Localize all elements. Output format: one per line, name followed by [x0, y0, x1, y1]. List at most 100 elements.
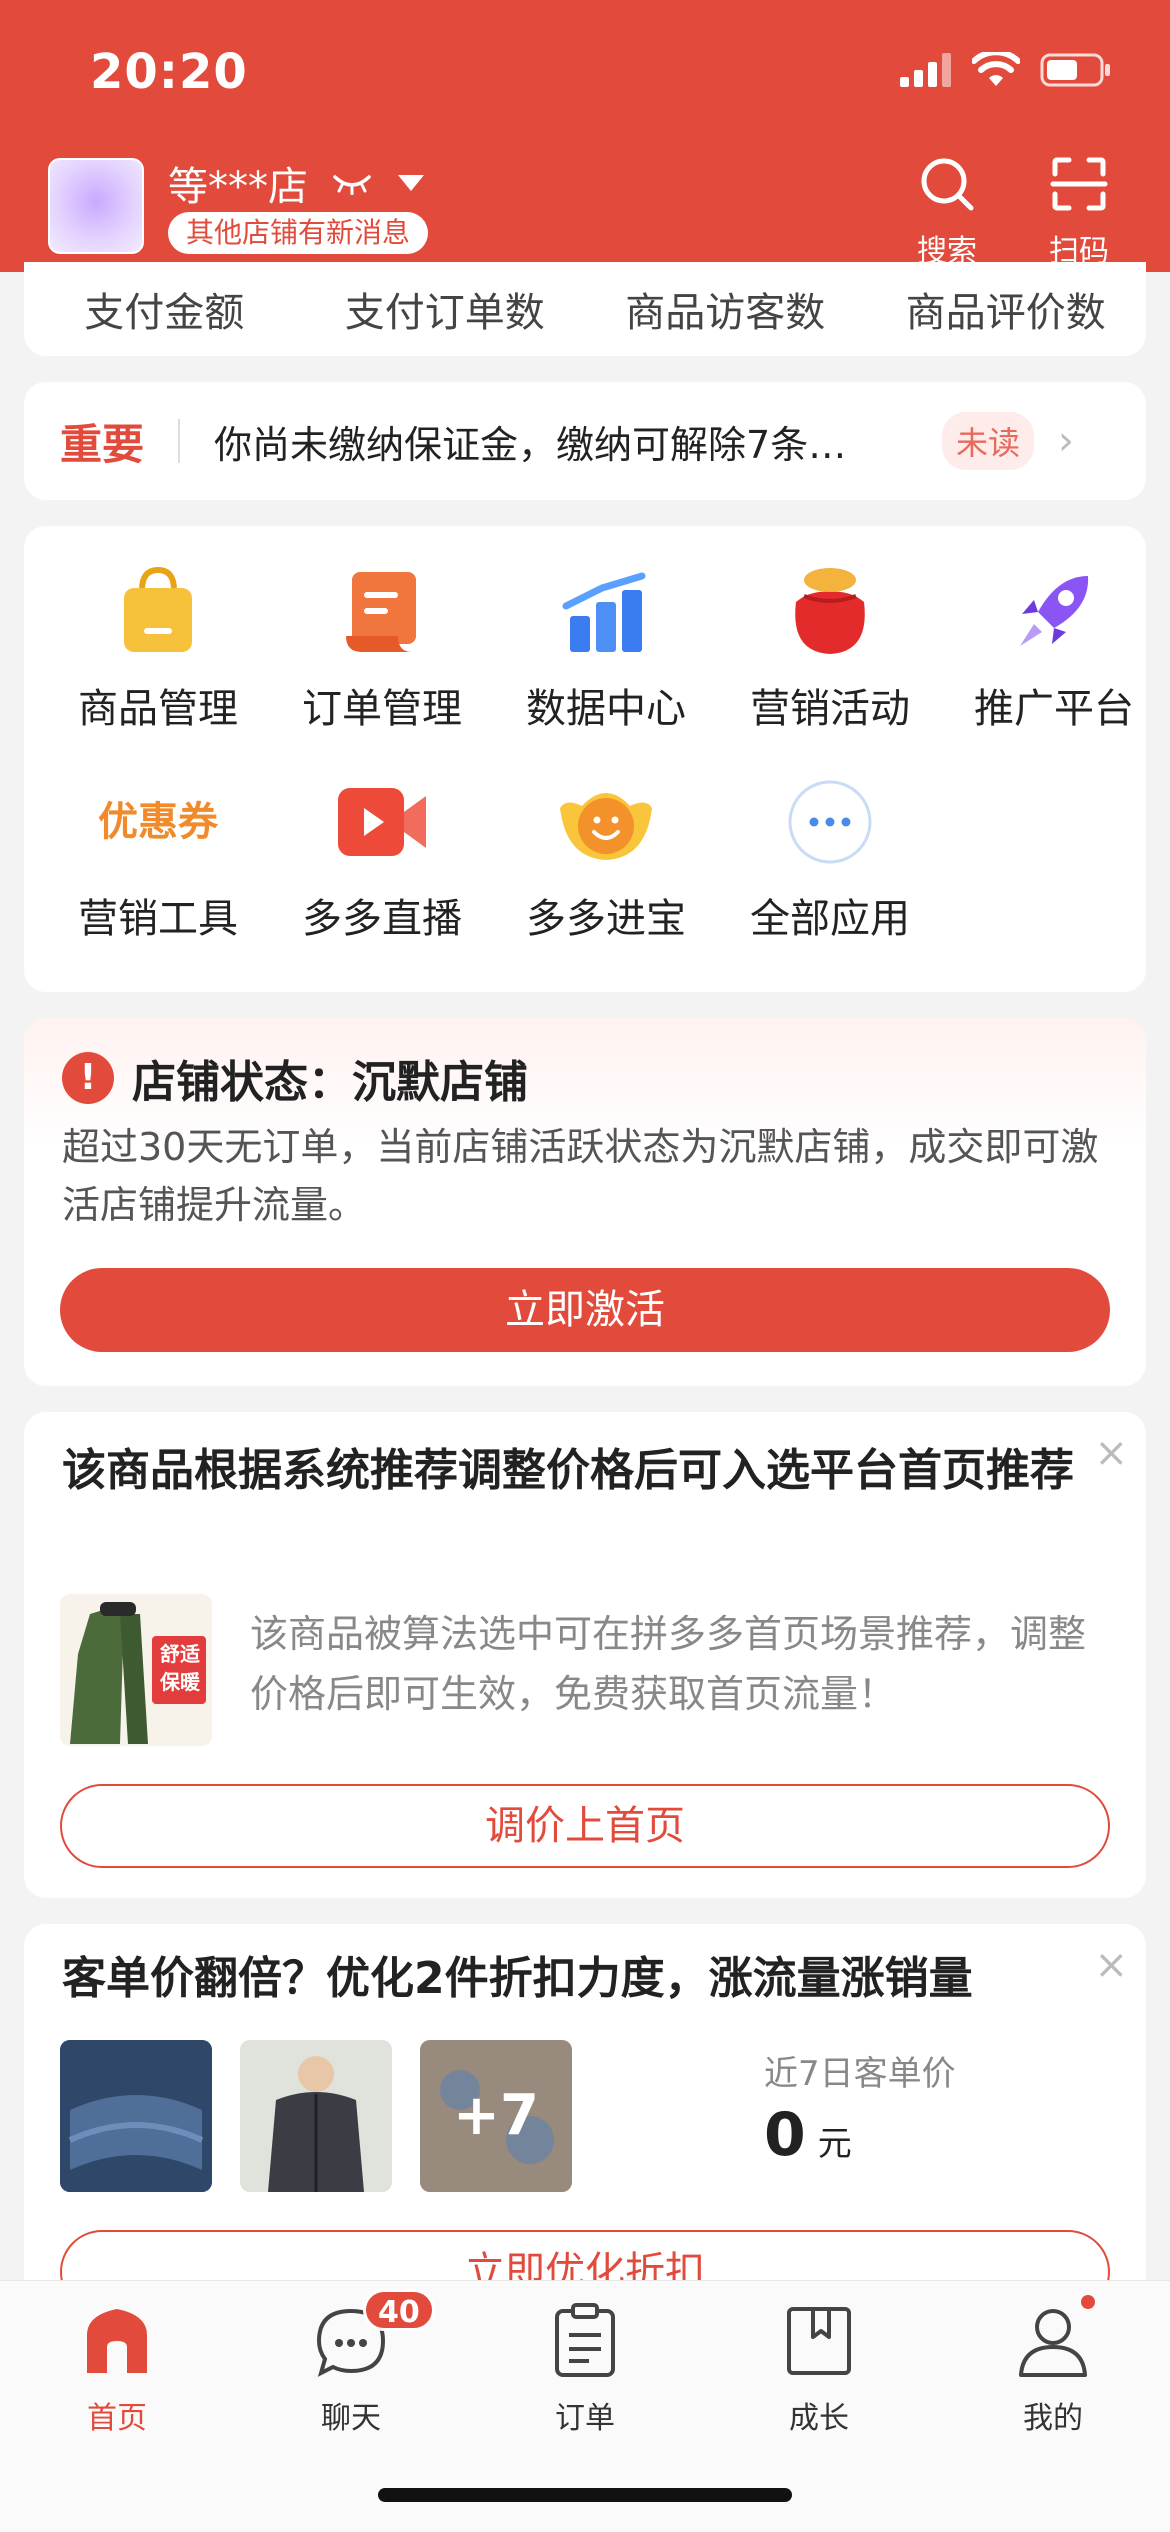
- signal-icon: [900, 53, 951, 87]
- app-label: 全部应用: [750, 896, 910, 942]
- store-switcher[interactable]: 等***店: [168, 154, 426, 212]
- app-order-management[interactable]: 订单管理: [270, 562, 494, 734]
- metrics-bar: 支付金额 支付订单数 商品访客数 商品评价数: [24, 262, 1146, 356]
- store-row: 等***店 其他店铺有新消息 搜索 扫码: [0, 150, 1170, 272]
- tab-label: 成长: [789, 2401, 849, 2436]
- bedding-image: [60, 2040, 212, 2192]
- unread-badge: 未读: [942, 412, 1035, 470]
- chat-bubble-icon: 40: [311, 2289, 435, 2381]
- aov-label: 近7日客单价: [764, 2054, 956, 2094]
- scroll-icon: [332, 562, 432, 662]
- battery-icon: [1040, 53, 1110, 87]
- notice-divider: [178, 419, 181, 463]
- price-recommendation-card: 该商品根据系统推荐调整价格后可入选平台首页推荐 × 舒适保暖 该商品被算法选中可…: [24, 1412, 1146, 1898]
- tab-label: 我的: [1023, 2401, 1083, 2436]
- bar-chart-icon: [556, 562, 656, 662]
- wifi-icon: [972, 52, 1020, 86]
- clipboard-icon: [545, 2301, 625, 2381]
- app-label: 多多进宝: [526, 896, 686, 942]
- scan-button[interactable]: 扫码: [1034, 154, 1124, 270]
- eye-closed-icon[interactable]: [332, 171, 372, 195]
- tab-profile[interactable]: 我的: [936, 2295, 1170, 2437]
- thumbnail-tag: 舒适保暖: [160, 1642, 200, 1694]
- close-icon[interactable]: ×: [1094, 1430, 1128, 1476]
- app-label: 营销工具: [78, 896, 238, 942]
- search-button[interactable]: 搜索: [902, 154, 992, 270]
- aov-value-row: 0元: [764, 2100, 852, 2170]
- price-rec-title: 该商品根据系统推荐调整价格后可入选平台首页推荐: [62, 1445, 1074, 1496]
- user-icon: [1013, 2295, 1095, 2381]
- status-icons: [900, 52, 1112, 88]
- important-notice[interactable]: 重要 你尚未缴纳保证金，缴纳可解除7条… 未读 ›: [24, 382, 1146, 500]
- tab-growth[interactable]: 成长: [702, 2301, 936, 2437]
- aov-unit: 元: [817, 2124, 852, 2164]
- tab-home[interactable]: 首页: [0, 2301, 234, 2437]
- app-product-management[interactable]: 商品管理: [46, 562, 270, 734]
- coupon-icon: 优惠券: [88, 772, 228, 872]
- price-rec-description: 该商品被算法选中可在拼多多首页场景推荐，调整价格后即可生效，免费获取首页流量！: [250, 1612, 1087, 1716]
- store-status-card: ! 店铺状态：沉默店铺 超过30天无订单，当前店铺活跃状态为沉默店铺，成交即可激…: [24, 1018, 1146, 1386]
- notice-text: 你尚未缴纳保证金，缴纳可解除7条…: [214, 422, 847, 467]
- store-status-title: 店铺状态：沉默店铺: [132, 1057, 528, 1108]
- home-indicator: [378, 2488, 792, 2502]
- store-status-heading: ! 店铺状态：沉默店铺: [62, 1046, 528, 1110]
- adjust-price-button[interactable]: 调价上首页: [60, 1784, 1110, 1868]
- tab-label: 首页: [87, 2401, 147, 2436]
- app-live-stream[interactable]: 多多直播: [270, 772, 494, 944]
- scan-icon: [1050, 157, 1108, 211]
- tab-chat[interactable]: 40 聊天: [234, 2289, 468, 2437]
- store-message-badge[interactable]: 其他店铺有新消息: [168, 212, 429, 254]
- product-thumbnail[interactable]: 舒适保暖: [60, 1594, 212, 1746]
- tab-orders[interactable]: 订单: [468, 2301, 702, 2437]
- app-grid: 商品管理 订单管理 数据中心 营销活动 推广平台 优惠券 营销工具 多多直播 多…: [24, 526, 1146, 992]
- app-label: 商品管理: [78, 686, 238, 732]
- app-header: 20:20 等***店 其他店铺有新消息 搜索 扫码: [0, 0, 1170, 272]
- tab-label: 聊天: [321, 2401, 381, 2436]
- activate-now-button[interactable]: 立即激活: [60, 1268, 1110, 1352]
- product-thumbnail-3[interactable]: +7: [420, 2040, 572, 2192]
- status-time: 20:20: [90, 44, 248, 100]
- app-label: 多多直播: [302, 896, 462, 942]
- metric-visitors[interactable]: 商品访客数: [585, 280, 866, 338]
- shopping-bag-icon: [108, 562, 208, 662]
- store-name: 等***店: [168, 164, 308, 210]
- app-all-apps[interactable]: 全部应用: [718, 772, 942, 944]
- more-dots-icon: [780, 772, 880, 872]
- product-thumbnail-1[interactable]: [60, 2040, 212, 2192]
- search-icon: [921, 158, 974, 211]
- warning-icon: !: [62, 1052, 114, 1104]
- notification-dot: [1081, 2295, 1095, 2309]
- app-label: 订单管理: [302, 686, 462, 732]
- coupon-icon-text: 优惠券: [98, 799, 218, 845]
- book-icon: [779, 2301, 859, 2381]
- app-label: 营销活动: [750, 686, 910, 732]
- app-duoduo-jinbao[interactable]: 多多进宝: [494, 772, 718, 944]
- store-status-description: 超过30天无订单，当前店铺活跃状态为沉默店铺，成交即可激活店铺提升流量。: [62, 1125, 1099, 1227]
- chat-badge: 40: [363, 2289, 435, 2331]
- live-video-icon: [332, 772, 432, 872]
- ingot-icon: [556, 772, 656, 872]
- chevron-right-icon: ›: [1058, 418, 1075, 464]
- product-thumbnail-2[interactable]: [240, 2040, 392, 2192]
- caret-down-icon[interactable]: [396, 172, 426, 194]
- aov-value: 0: [764, 2100, 806, 2170]
- store-avatar[interactable]: [48, 158, 144, 254]
- app-data-center[interactable]: 数据中心: [494, 562, 718, 734]
- jacket-image: [240, 2040, 392, 2192]
- home-icon: [77, 2301, 157, 2381]
- app-label: 推广平台: [974, 686, 1134, 732]
- metric-pay-orders[interactable]: 支付订单数: [305, 280, 586, 338]
- lucky-bag-icon: [780, 562, 880, 662]
- metric-pay-amount[interactable]: 支付金额: [24, 280, 305, 338]
- status-bar: 20:20: [0, 0, 1170, 150]
- rocket-icon: [1004, 562, 1104, 662]
- more-count: +7: [453, 2083, 539, 2148]
- tab-label: 订单: [555, 2401, 615, 2436]
- app-marketing-activity[interactable]: 营销活动: [718, 562, 942, 734]
- close-icon[interactable]: ×: [1094, 1942, 1128, 1988]
- metric-reviews[interactable]: 商品评价数: [866, 280, 1147, 338]
- notice-tag: 重要: [60, 419, 145, 469]
- app-promotion-platform[interactable]: 推广平台: [942, 562, 1166, 734]
- app-marketing-tools[interactable]: 优惠券 营销工具: [46, 772, 270, 944]
- app-label: 数据中心: [526, 686, 686, 732]
